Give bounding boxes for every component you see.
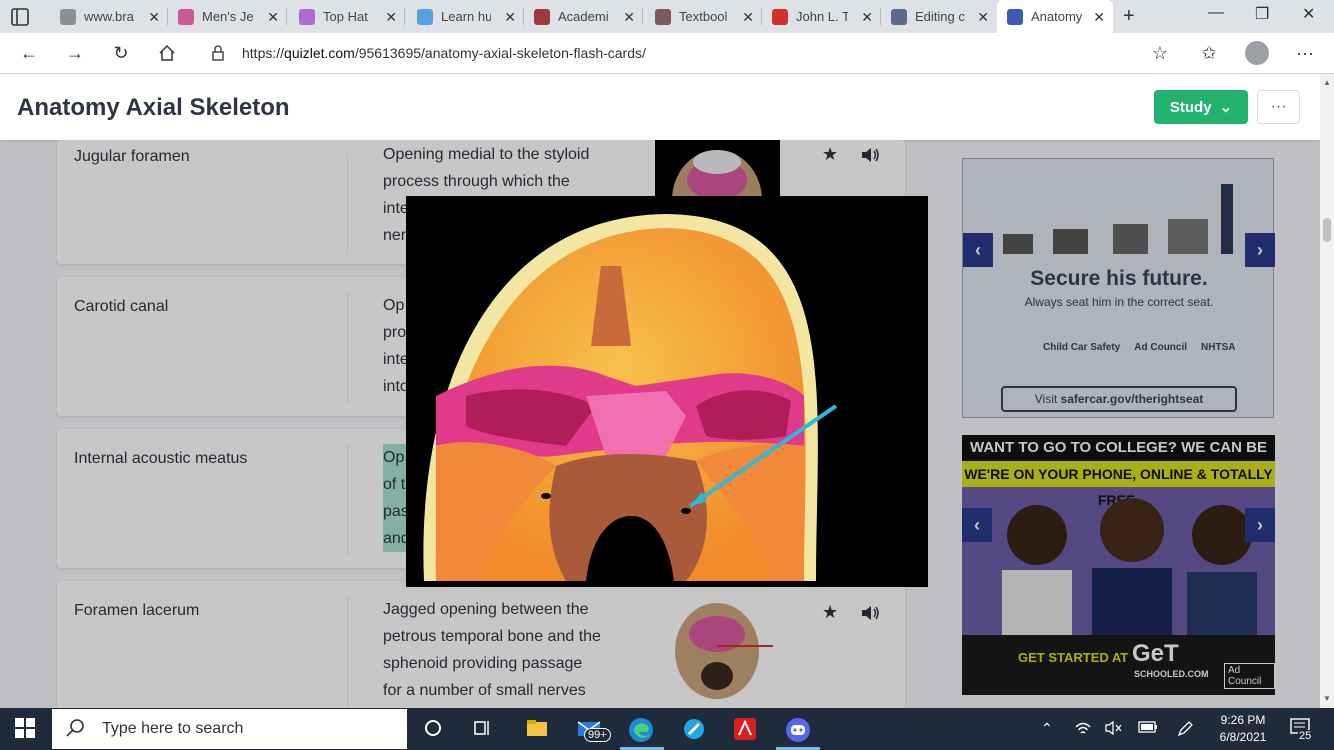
tab-label: Textbool (679, 9, 728, 24)
profile-avatar[interactable] (1245, 41, 1269, 65)
back-icon[interactable]: ← (17, 41, 41, 65)
url-text[interactable]: https://quizlet.com/95613695/anatomy-axi… (242, 45, 646, 61)
scroll-down-icon[interactable]: ▼ (1323, 694, 1331, 703)
more-options-button[interactable]: ··· (1257, 90, 1300, 124)
tab-label: Editing c (915, 9, 965, 24)
file-explorer-icon[interactable] (525, 717, 549, 741)
add-favorite-icon[interactable]: ☆ (1148, 41, 1172, 65)
close-icon[interactable]: ✕ (977, 9, 989, 26)
tab-label: Top Hat (323, 9, 368, 24)
restore-icon[interactable]: ❐ (1255, 4, 1269, 24)
favorites-icon[interactable]: ✩ (1197, 41, 1221, 65)
close-icon[interactable]: ✕ (504, 9, 516, 26)
browser-tab-active[interactable]: Anatomy ✕ (997, 0, 1113, 33)
chevron-down-icon: ⌄ (1219, 99, 1233, 116)
volume-muted-icon[interactable] (1105, 720, 1123, 739)
settings-more-icon[interactable]: ··· (1293, 41, 1317, 65)
tab-actions-icon[interactable] (8, 6, 32, 28)
browser-tab[interactable]: Textbool ✕ (643, 0, 762, 33)
site-favicon-icon (178, 8, 194, 25)
tab-label: John L. T (796, 9, 848, 24)
app-icon[interactable] (682, 717, 706, 741)
scroll-thumb[interactable] (1323, 218, 1331, 242)
lock-icon[interactable] (206, 41, 230, 65)
tab-label: www.bra (84, 9, 134, 24)
set-header: Anatomy Axial Skeleton Study ⌄ ··· (0, 74, 1320, 140)
browser-tab[interactable]: John L. T ✕ (762, 0, 881, 33)
edge-icon[interactable] (628, 717, 653, 742)
address-bar[interactable]: https://quizlet.com/95613695/anatomy-axi… (196, 38, 1181, 68)
browser-tab[interactable]: Academi ✕ (524, 0, 643, 33)
mail-badge: 99+ (584, 728, 611, 742)
pdf-icon (772, 8, 788, 25)
close-icon[interactable]: ✕ (1093, 9, 1105, 26)
task-view-icon[interactable] (472, 717, 496, 741)
site-favicon-icon (891, 8, 907, 25)
windows-taskbar: Type here to search 99+ ⌃ 9:26 PM 6/8/20… (0, 708, 1334, 750)
notification-count: 25 (1298, 730, 1313, 742)
site-favicon-icon (417, 8, 433, 25)
close-icon[interactable]: ✕ (623, 9, 635, 26)
acrobat-icon[interactable] (733, 717, 757, 741)
browser-tab[interactable]: Men's Je ✕ (168, 0, 287, 33)
address-toolbar: ← → ↻ https://quizlet.com/95613695/anato… (0, 33, 1334, 74)
minimize-icon[interactable]: — (1208, 4, 1224, 22)
wifi-icon[interactable] (1074, 720, 1092, 739)
browser-tab[interactable]: Editing c ✕ (881, 0, 997, 33)
browser-tab[interactable]: www.bra ✕ (50, 0, 168, 33)
search-icon (64, 717, 88, 741)
quizlet-icon (1007, 8, 1023, 25)
site-favicon-icon (534, 8, 550, 25)
forward-icon[interactable]: → (63, 41, 87, 65)
tab-label: Learn hu (441, 9, 491, 24)
study-label: Study (1169, 98, 1212, 116)
browser-tab[interactable]: Learn hu ✕ (405, 0, 524, 33)
globe-icon (60, 8, 76, 25)
pen-icon[interactable] (1176, 720, 1194, 741)
scroll-up-icon[interactable]: ▲ (1323, 78, 1331, 87)
new-tab-icon[interactable]: + (1123, 5, 1135, 28)
clock-time: 9:26 PM (1220, 713, 1266, 727)
close-icon[interactable]: ✕ (148, 9, 160, 26)
system-clock[interactable]: 9:26 PM 6/8/2021 (1213, 712, 1273, 746)
close-window-icon[interactable]: ✕ (1302, 4, 1315, 24)
battery-icon[interactable] (1138, 720, 1158, 737)
page-scrollbar[interactable]: ▲ ▼ (1320, 74, 1334, 708)
refresh-icon[interactable]: ↻ (109, 41, 133, 65)
page-title: Anatomy Axial Skeleton (17, 94, 290, 121)
close-icon[interactable]: ✕ (861, 9, 873, 26)
close-icon[interactable]: ✕ (267, 9, 279, 26)
show-hidden-icons-icon[interactable]: ⌃ (1041, 720, 1053, 737)
taskbar-search-box[interactable]: Type here to search (52, 709, 407, 749)
windows-start-icon[interactable] (14, 717, 38, 741)
close-icon[interactable]: ✕ (385, 9, 397, 26)
clock-date: 6/8/2021 (1219, 730, 1267, 744)
browser-tab-strip: www.bra ✕ Men's Je ✕ Top Hat ✕ Learn hu … (0, 0, 1334, 33)
home-icon[interactable] (155, 41, 179, 65)
site-favicon-icon (655, 8, 671, 25)
tab-label: Anatomy (1031, 9, 1083, 24)
tab-label: Academi (558, 9, 608, 24)
study-button[interactable]: Study ⌄ (1154, 90, 1248, 124)
tophat-icon (299, 8, 315, 25)
tab-label: Men's Je (202, 9, 254, 24)
discord-icon[interactable] (785, 717, 810, 742)
enlarged-skull-image[interactable] (406, 196, 928, 587)
browser-tab[interactable]: Top Hat ✕ (287, 0, 405, 33)
cortana-icon[interactable] (422, 717, 446, 741)
search-placeholder: Type here to search (102, 720, 244, 737)
close-icon[interactable]: ✕ (742, 9, 754, 26)
